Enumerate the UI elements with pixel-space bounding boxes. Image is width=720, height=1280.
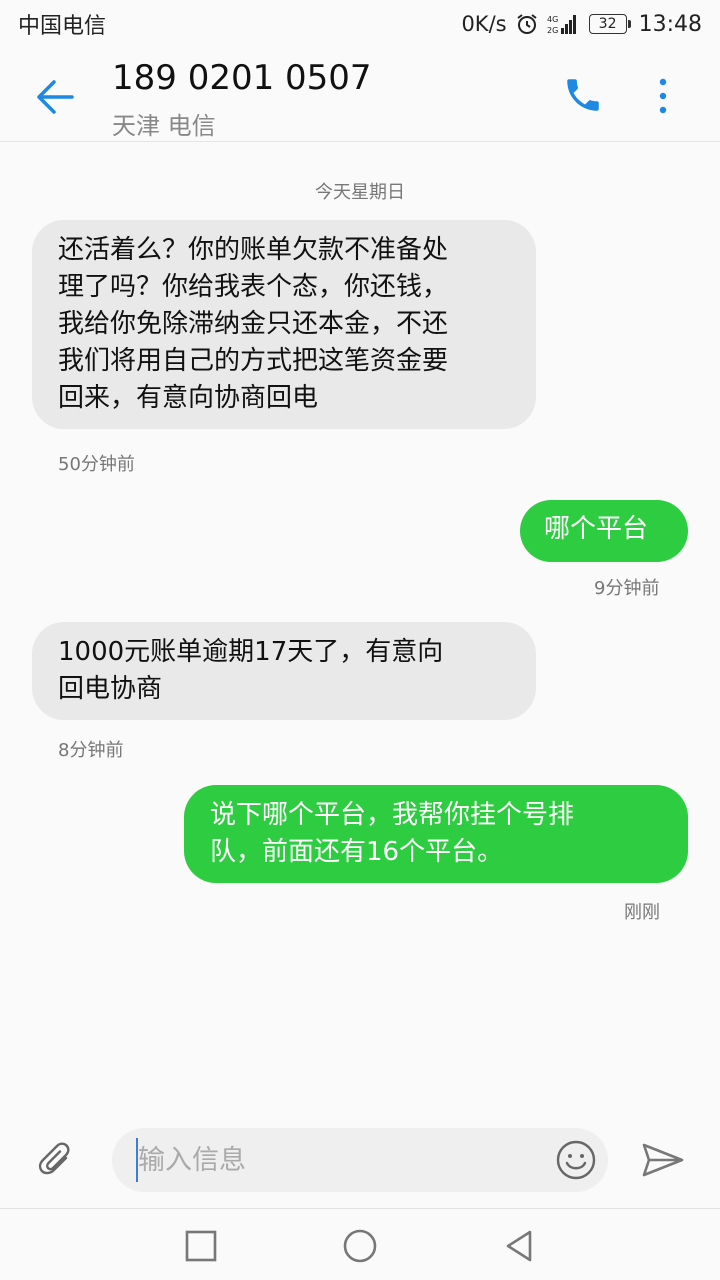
recent-apps-icon[interactable]	[182, 1227, 220, 1265]
svg-text:2G: 2G	[547, 26, 558, 35]
message-line: 我们将用自己的方式把这笔资金要	[58, 346, 449, 376]
message-line: 回电协商	[58, 674, 163, 704]
phone-icon[interactable]	[562, 74, 604, 116]
contact-location: 天津 电信	[112, 112, 216, 140]
home-icon[interactable]	[341, 1227, 379, 1265]
message-line: 理了吗？你给我表个态，你还钱，	[58, 272, 449, 302]
status-bar: 中国电信 0K/s 4G 2G 32 13:48	[0, 0, 720, 48]
svg-text:4G: 4G	[547, 15, 558, 24]
send-icon[interactable]	[640, 1140, 686, 1180]
message-line: 说下哪个平台，我帮你挂个号排	[210, 800, 575, 830]
date-separator: 今天星期日	[315, 182, 405, 203]
emoji-icon[interactable]	[554, 1138, 598, 1182]
message-input[interactable]	[136, 1138, 526, 1182]
back-icon[interactable]	[500, 1227, 538, 1265]
message-composer	[112, 1128, 608, 1192]
message-line: 哪个平台	[544, 514, 649, 544]
incoming-message-bubble[interactable]: 1000元账单逾期17天了，有意向 回电协商	[32, 622, 536, 720]
battery-level: 32	[598, 16, 617, 32]
system-navigation-bar	[0, 1208, 720, 1280]
conversation-header: 189 0201 0507 天津 电信	[0, 48, 720, 142]
message-line: 1000元账单逾期17天了，有意向	[58, 637, 444, 667]
message-line: 队，前面还有16个平台。	[210, 837, 504, 867]
message-timestamp: 刚刚	[624, 902, 660, 923]
message-timestamp: 50分钟前	[58, 454, 135, 475]
message-timestamp: 9分钟前	[594, 578, 660, 599]
outgoing-message-bubble[interactable]: 说下哪个平台，我帮你挂个号排 队，前面还有16个平台。	[184, 785, 688, 883]
more-vertical-icon[interactable]	[648, 72, 678, 120]
message-timestamp: 8分钟前	[58, 740, 124, 761]
paperclip-icon[interactable]	[36, 1138, 78, 1180]
alarm-icon	[516, 14, 537, 34]
status-icons: 0K/s 4G 2G 32 13:48	[461, 12, 702, 37]
signal-4g-icon: 4G 2G	[547, 15, 576, 35]
network-speed: 0K/s	[461, 12, 507, 36]
carrier-name: 中国电信	[18, 14, 107, 39]
message-line: 还活着么？你的账单欠款不准备处	[58, 235, 449, 265]
contact-number: 189 0201 0507	[112, 58, 372, 98]
battery-icon: 32	[588, 14, 631, 34]
outgoing-message-bubble[interactable]: 哪个平台	[520, 500, 688, 562]
back-arrow-icon[interactable]	[30, 74, 80, 120]
clock: 13:48	[638, 11, 702, 37]
message-line: 回来，有意向协商回电	[58, 383, 319, 413]
incoming-message-bubble[interactable]: 还活着么？你的账单欠款不准备处 理了吗？你给我表个态，你还钱， 我给你免除滞纳金…	[32, 220, 536, 429]
message-line: 我给你免除滞纳金只还本金，不还	[58, 309, 449, 339]
